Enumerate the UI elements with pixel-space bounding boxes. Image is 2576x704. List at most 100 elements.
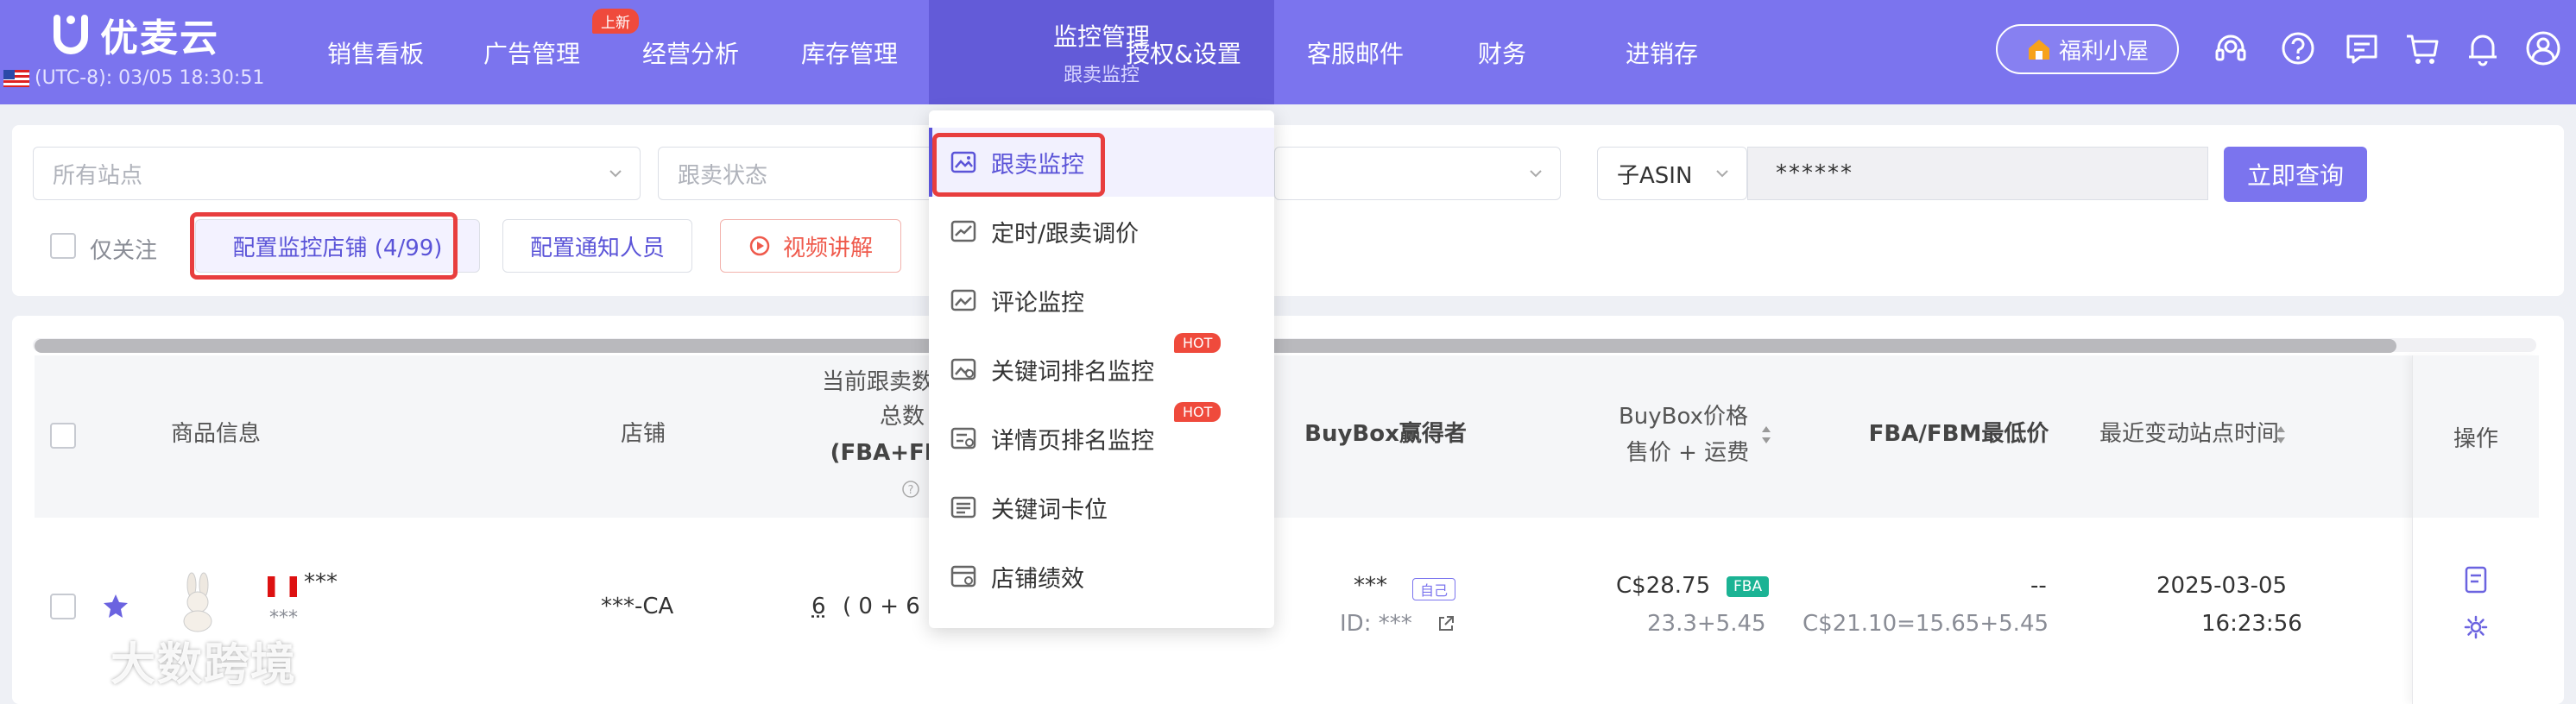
row-time: 16:23:56: [2201, 611, 2302, 637]
app-logo[interactable]: 优麦云: [52, 9, 219, 60]
external-link-icon[interactable]: [1436, 614, 1455, 633]
menu-item-label: 店铺绩效: [991, 565, 1084, 593]
hot-badge: HOT: [1174, 333, 1222, 353]
nav-service-mail[interactable]: 客服邮件: [1295, 0, 1416, 104]
header-store: 店铺: [620, 421, 666, 447]
menu-item-label: 关键词卡位: [991, 496, 1108, 524]
help-icon[interactable]: [2279, 29, 2317, 67]
asin-input[interactable]: ******: [1747, 147, 2208, 200]
bell-icon[interactable]: [2464, 29, 2502, 67]
chevron-down-icon: [609, 170, 622, 178]
video-tutorial-button[interactable]: 视频讲解: [720, 219, 901, 273]
config-notify-label: 配置通知人员: [529, 235, 665, 261]
menu-item-label: 详情页排名监控: [991, 427, 1154, 455]
plush-bunny-image: [183, 572, 212, 632]
nav-finance[interactable]: 财务: [1468, 0, 1537, 104]
highlight-box: [932, 133, 1105, 197]
site-select[interactable]: 所有站点: [33, 147, 641, 200]
nav-label: 库存管理: [800, 39, 898, 68]
nav-ad-management[interactable]: 广告管理: [471, 0, 592, 104]
menu-item-label: 关键词排名监控: [991, 358, 1154, 386]
header-last-change: 最近变动站点时间: [2099, 421, 2279, 447]
settings-gear-icon[interactable]: [2463, 614, 2489, 640]
row-winner-id: ID: ***: [1340, 611, 1412, 637]
message-icon[interactable]: [2343, 29, 2381, 67]
star-icon[interactable]: [102, 592, 129, 619]
nav-label: 财务: [1477, 39, 1526, 68]
nav-label: 广告管理: [483, 39, 580, 68]
nav-sales-dashboard[interactable]: 销售看板: [311, 0, 440, 104]
menu-item-keyword-rank-monitor[interactable]: 关键词排名监控: [929, 335, 1274, 404]
us-flag-icon: [3, 69, 29, 87]
sort-icon[interactable]: [2274, 423, 2288, 447]
asin-input-value: ******: [1776, 160, 1853, 186]
extra-select[interactable]: [1274, 147, 1561, 200]
menu-item-review-monitor[interactable]: 评论监控: [929, 266, 1274, 335]
watermark-logo-icon: [18, 644, 106, 676]
config-notify-button[interactable]: 配置通知人员: [502, 219, 692, 273]
header-fba-fbm-min: FBA/FBM最低价: [1868, 421, 2049, 447]
ops-column: 操作: [2412, 355, 2539, 704]
detail-rank-icon: [950, 427, 976, 449]
help-circle-icon[interactable]: ?: [901, 480, 920, 499]
cart-icon[interactable]: [2403, 29, 2441, 67]
nav-business-analysis[interactable]: 经营分析: [630, 0, 751, 104]
svg-text:?: ?: [908, 484, 914, 497]
user-icon[interactable]: [2524, 29, 2562, 67]
row-count-breakdown: ( 0 + 6: [843, 594, 920, 619]
product-thumbnail[interactable]: [174, 566, 223, 635]
row-price: C$28.75: [1616, 573, 1711, 599]
nav-label: 进销存: [1625, 39, 1698, 68]
menu-item-label: 评论监控: [991, 289, 1084, 317]
status-select-placeholder: 跟卖状态: [678, 162, 768, 189]
canada-flag-icon: [268, 576, 297, 597]
chevron-down-icon: [1716, 170, 1728, 178]
sort-icon[interactable]: [1759, 423, 1773, 447]
keyword-rank-icon: [950, 358, 976, 380]
header-ops: 操作: [2413, 355, 2539, 518]
menu-item-scheduled-repricing[interactable]: 定时/跟卖调价: [929, 197, 1274, 266]
header-buybox-price-line2: 售价 + 运费: [1626, 440, 1750, 466]
chevron-down-icon: [1530, 170, 1542, 178]
menu-item-label: 定时/跟卖调价: [991, 220, 1140, 248]
timezone-text: (UTC-8): 03/05 18:30:51: [35, 67, 265, 89]
only-follow-checkbox[interactable]: [50, 233, 76, 259]
product-asin[interactable]: ***: [304, 569, 338, 595]
watermark: 大数跨境: [16, 630, 298, 691]
nav-inventory[interactable]: 库存管理: [789, 0, 910, 104]
row-winner: ***: [1354, 573, 1387, 599]
menu-item-detail-rank-monitor[interactable]: 详情页排名监控: [929, 404, 1274, 473]
menu-item-keyword-position[interactable]: 关键词卡位: [929, 473, 1274, 542]
row-checkbox[interactable]: [50, 594, 76, 619]
headset-icon[interactable]: [2212, 29, 2250, 67]
select-all-checkbox[interactable]: [50, 423, 76, 449]
video-tutorial-label: 视频讲解: [782, 235, 873, 261]
query-button[interactable]: 立即查询: [2224, 147, 2367, 202]
menu-item-store-performance[interactable]: 店铺绩效: [929, 542, 1274, 611]
detail-document-icon[interactable]: [2463, 566, 2489, 594]
nav-label: 客服邮件: [1306, 39, 1404, 68]
app-name: 优麦云: [100, 16, 219, 60]
row-count-total[interactable]: 6: [811, 594, 826, 619]
review-icon: [950, 289, 976, 311]
welfare-house-label: 福利小屋: [2058, 38, 2149, 65]
status-select[interactable]: 跟卖状态: [658, 147, 934, 200]
house-icon: [2028, 40, 2049, 60]
only-follow-label: 仅关注: [90, 238, 158, 264]
row-store: ***-CA: [601, 594, 674, 619]
nav-purchase-sales[interactable]: 进销存: [1614, 0, 1709, 104]
header-buybox-winner: BuyBox赢得者: [1304, 421, 1467, 447]
row-date: 2025-03-05: [2156, 573, 2288, 599]
query-button-label: 立即查询: [2246, 161, 2344, 190]
row-price-breakdown: 23.3+5.45: [1647, 611, 1766, 637]
welfare-house-button[interactable]: 福利小屋: [1996, 24, 2179, 74]
nav-label: 经营分析: [641, 39, 739, 68]
play-circle-icon: [749, 236, 770, 256]
asin-type-select[interactable]: 子ASIN: [1597, 147, 1747, 200]
watermark-text: 大数跨境: [110, 638, 298, 691]
nav-auth-settings[interactable]: 授权&设置: [1119, 0, 1248, 104]
asin-type-label: 子ASIN: [1617, 162, 1693, 189]
header-product: 商品信息: [170, 421, 261, 447]
header-buybox-price-line1: BuyBox价格: [1618, 404, 1749, 430]
nav-label: 销售看板: [326, 39, 424, 68]
